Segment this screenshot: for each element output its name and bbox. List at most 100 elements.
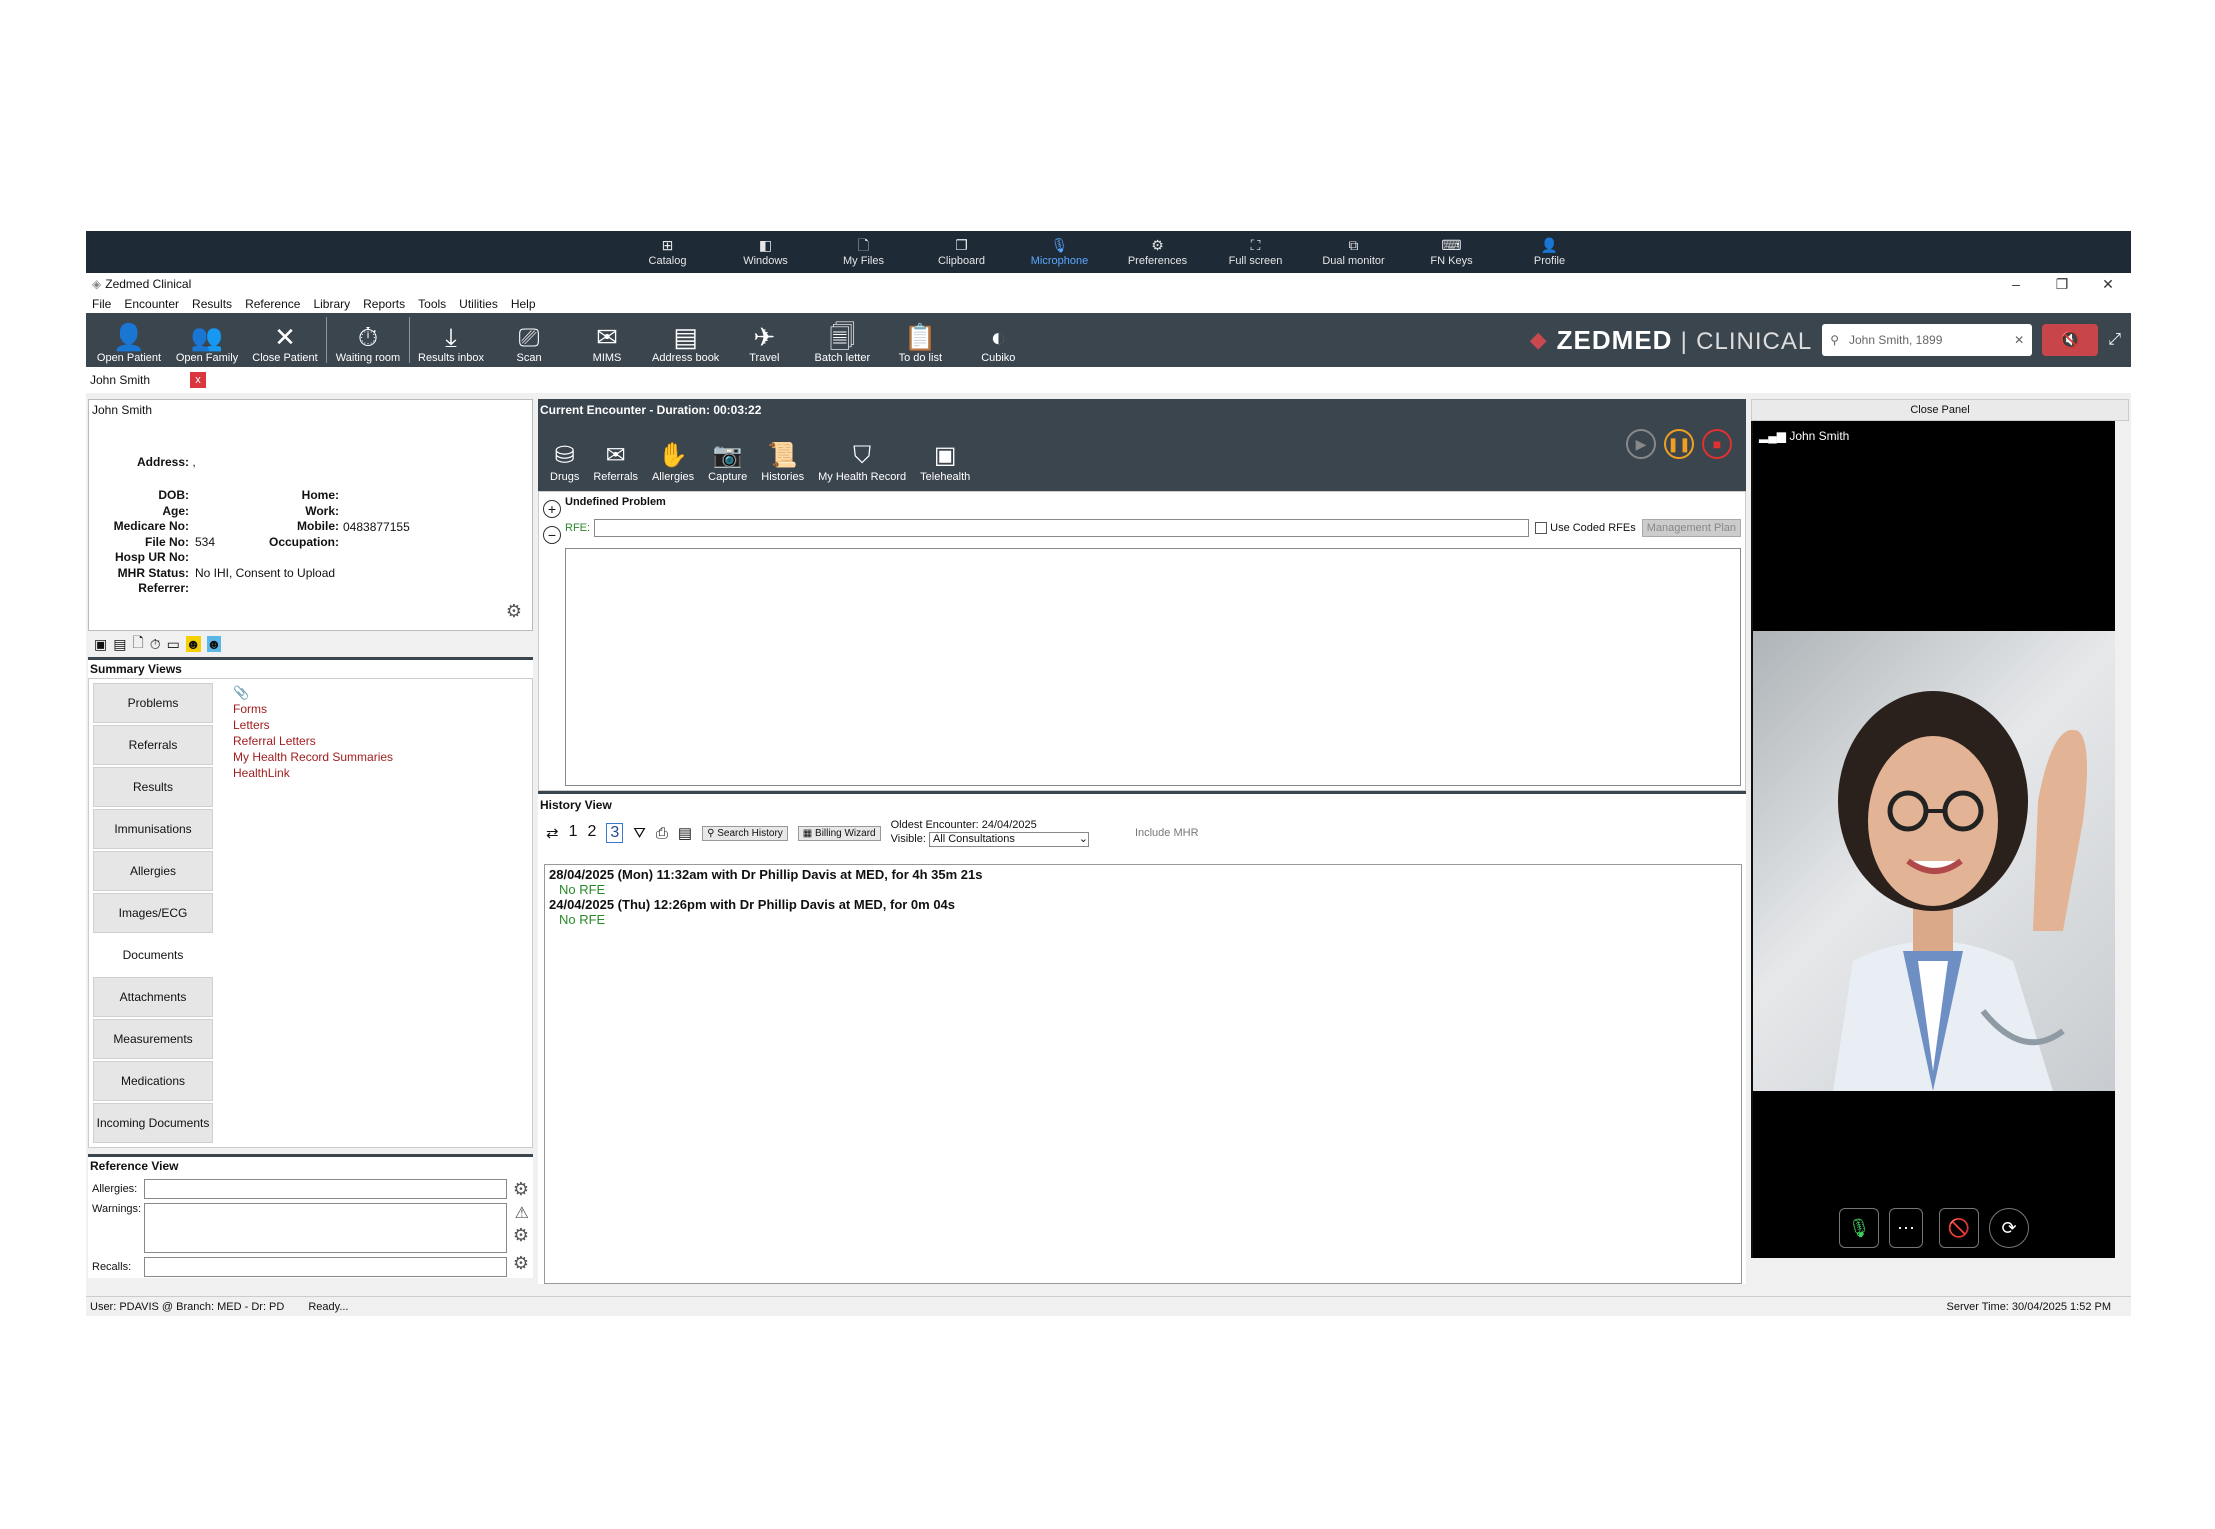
notes-list-icon[interactable]: ▤ [678, 824, 692, 842]
filter-icon[interactable]: ⛛ [633, 825, 646, 842]
to-do-list-button[interactable]: 📋 To do list [881, 313, 959, 367]
remove-problem-icon[interactable]: − [543, 526, 561, 544]
alert-person-icon[interactable]: ☻ [185, 636, 201, 652]
summary-tab-documents[interactable]: Documents [93, 935, 213, 975]
summary-tab-problems[interactable]: Problems [93, 683, 213, 723]
more-options-button[interactable]: ⋯ [1889, 1208, 1923, 1248]
document-link-letters[interactable]: Letters [233, 717, 393, 733]
history-page-1[interactable]: 1 [569, 823, 578, 843]
referrals-tool-button[interactable]: ✉ Referrals [593, 441, 638, 483]
leave-call-button[interactable]: ⟳ [1989, 1208, 2029, 1248]
search-history-button[interactable]: ⚲ Search History [702, 825, 788, 841]
address-book-button[interactable]: ▤ Address book [646, 313, 725, 367]
visible-select[interactable]: All Consultations ⌄ [928, 832, 1089, 847]
refresh-icon[interactable]: ⇄ [546, 824, 559, 842]
billing-wizard-button[interactable]: ▦ Billing Wizard [797, 825, 881, 841]
close-patient-button[interactable]: ✕ Close Patient [246, 313, 324, 367]
history-page-3[interactable]: 3 [606, 823, 624, 843]
notes-icon[interactable]: ▤ [113, 636, 126, 653]
patient-settings-gear-icon[interactable]: ⚙ [506, 601, 522, 622]
menu-results[interactable]: Results [192, 297, 232, 311]
document-link-forms[interactable]: Forms [233, 701, 393, 717]
remote-my-files-button[interactable]: 🗋 My Files [815, 231, 913, 273]
document-link-my-health-record-summaries[interactable]: My Health Record Summaries [233, 749, 393, 765]
history-entry[interactable]: 24/04/2025 (Thu) 12:26pm with Dr Phillip… [549, 897, 1737, 912]
close-panel-button[interactable]: Close Panel [1751, 399, 2129, 421]
recalls-field[interactable] [144, 1257, 507, 1277]
camera-off-button[interactable]: 🚫 [1939, 1208, 1979, 1248]
drugs-tool-button[interactable]: ⛁ Drugs [550, 441, 579, 483]
summary-tab-images-ecg[interactable]: Images/ECG [93, 893, 213, 933]
expand-icon[interactable]: ⤢ [2108, 331, 2121, 349]
allergies-field[interactable] [144, 1179, 507, 1199]
encounter-notes[interactable] [565, 548, 1741, 786]
patient-search-input[interactable]: ⚲ John Smith, 1899 ✕ [1822, 324, 2033, 356]
mims-button[interactable]: ✉ MIMS [568, 313, 646, 367]
menu-encounter[interactable]: Encounter [124, 297, 179, 311]
results-inbox-button[interactable]: ⤓ Results inbox [412, 313, 490, 367]
menu-reference[interactable]: Reference [245, 297, 300, 311]
telehealth-tool-button[interactable]: ▣ Telehealth [920, 441, 970, 483]
document-link-healthlink[interactable]: HealthLink [233, 765, 393, 781]
summary-tab-immunisations[interactable]: Immunisations [93, 809, 213, 849]
pin-icon[interactable]: ✕ [2014, 333, 2024, 347]
close-window-button[interactable]: ✕ [2085, 276, 2131, 293]
batch-letter-button[interactable]: 🗐 Batch letter [803, 313, 881, 367]
vertical-scrollbar[interactable] [2115, 421, 2129, 1258]
recalls-gear-icon[interactable]: ⚙ [513, 1253, 529, 1274]
timer-icon[interactable]: ⏱ [150, 636, 161, 653]
open-family-button[interactable]: 👥 Open Family [168, 313, 246, 367]
info-person-icon[interactable]: ☻ [206, 636, 222, 652]
rfe-input[interactable] [594, 519, 1530, 537]
menu-utilities[interactable]: Utilities [459, 297, 498, 311]
allergies-tool-button[interactable]: ✋ Allergies [652, 441, 694, 483]
management-plan-button[interactable]: Management Plan [1641, 519, 1741, 537]
my-health-record-tool-button[interactable]: ⛉ My Health Record [818, 441, 906, 483]
cubiko-button[interactable]: ◐ Cubiko [959, 313, 1037, 367]
open-patient-button[interactable]: 👤 Open Patient [90, 313, 168, 367]
remote-microphone-button[interactable]: 🎙 Microphone [1011, 231, 1109, 273]
remote-full-screen-button[interactable]: ⛶ Full screen [1207, 231, 1305, 273]
travel-button[interactable]: ✈ Travel [725, 313, 803, 367]
waiting-room-button[interactable]: ⏱ Waiting room [329, 313, 407, 367]
warnings-field[interactable] [144, 1203, 507, 1253]
minimize-button[interactable]: – [1993, 276, 2039, 293]
microphone-button[interactable]: 🎙 [1839, 1208, 1879, 1248]
histories-tool-button[interactable]: 📜 Histories [761, 441, 804, 483]
horizontal-scrollbar[interactable] [1751, 1258, 2129, 1284]
scan-button[interactable]: ⎚ Scan [490, 313, 568, 367]
menu-library[interactable]: Library [313, 297, 350, 311]
summary-icon[interactable]: ▣ [94, 636, 107, 653]
remote-dual-monitor-button[interactable]: ⧉ Dual monitor [1305, 231, 1403, 273]
coded-rfe-checkbox[interactable] [1535, 522, 1548, 534]
remote-catalog-button[interactable]: ⊞ Catalog [619, 231, 717, 273]
summary-tab-medications[interactable]: Medications [93, 1061, 213, 1101]
ruler-icon[interactable]: ▭ [167, 636, 180, 653]
summary-tab-incoming-documents[interactable]: Incoming Documents [93, 1103, 213, 1143]
summary-tab-results[interactable]: Results [93, 767, 213, 807]
summary-tab-measurements[interactable]: Measurements [93, 1019, 213, 1059]
history-page-2[interactable]: 2 [587, 823, 596, 843]
summary-tab-referrals[interactable]: Referrals [93, 725, 213, 765]
restore-button[interactable]: ❐ [2039, 276, 2085, 293]
summary-tab-attachments[interactable]: Attachments [93, 977, 213, 1017]
capture-tool-button[interactable]: 📷 Capture [708, 441, 747, 483]
menu-file[interactable]: File [92, 297, 111, 311]
menu-help[interactable]: Help [511, 297, 536, 311]
history-entry[interactable]: 28/04/2025 (Mon) 11:32am with Dr Phillip… [549, 867, 1737, 882]
document-link-referral-letters[interactable]: Referral Letters [233, 733, 393, 749]
menu-reports[interactable]: Reports [363, 297, 405, 311]
summary-tab-allergies[interactable]: Allergies [93, 851, 213, 891]
remote-profile-button[interactable]: 👤 Profile [1501, 231, 1599, 273]
warnings-gear-icon[interactable]: ⚙ [513, 1225, 529, 1246]
menu-tools[interactable]: Tools [418, 297, 446, 311]
document-icon[interactable]: 🗋 [132, 632, 143, 656]
stop-button[interactable]: ■ [1702, 429, 1732, 459]
include-mhr-toggle[interactable]: Include MHR [1135, 827, 1199, 839]
problem-tab[interactable]: Undefined Problem [565, 496, 666, 508]
play-button[interactable]: ▶ [1626, 429, 1656, 459]
remote-clipboard-button[interactable]: ❐ Clipboard [913, 231, 1011, 273]
remote-preferences-button[interactable]: ⚙ Preferences [1109, 231, 1207, 273]
remote-fn-keys-button[interactable]: ⌨ FN Keys [1403, 231, 1501, 273]
close-patient-tab-button[interactable]: x [190, 372, 207, 388]
